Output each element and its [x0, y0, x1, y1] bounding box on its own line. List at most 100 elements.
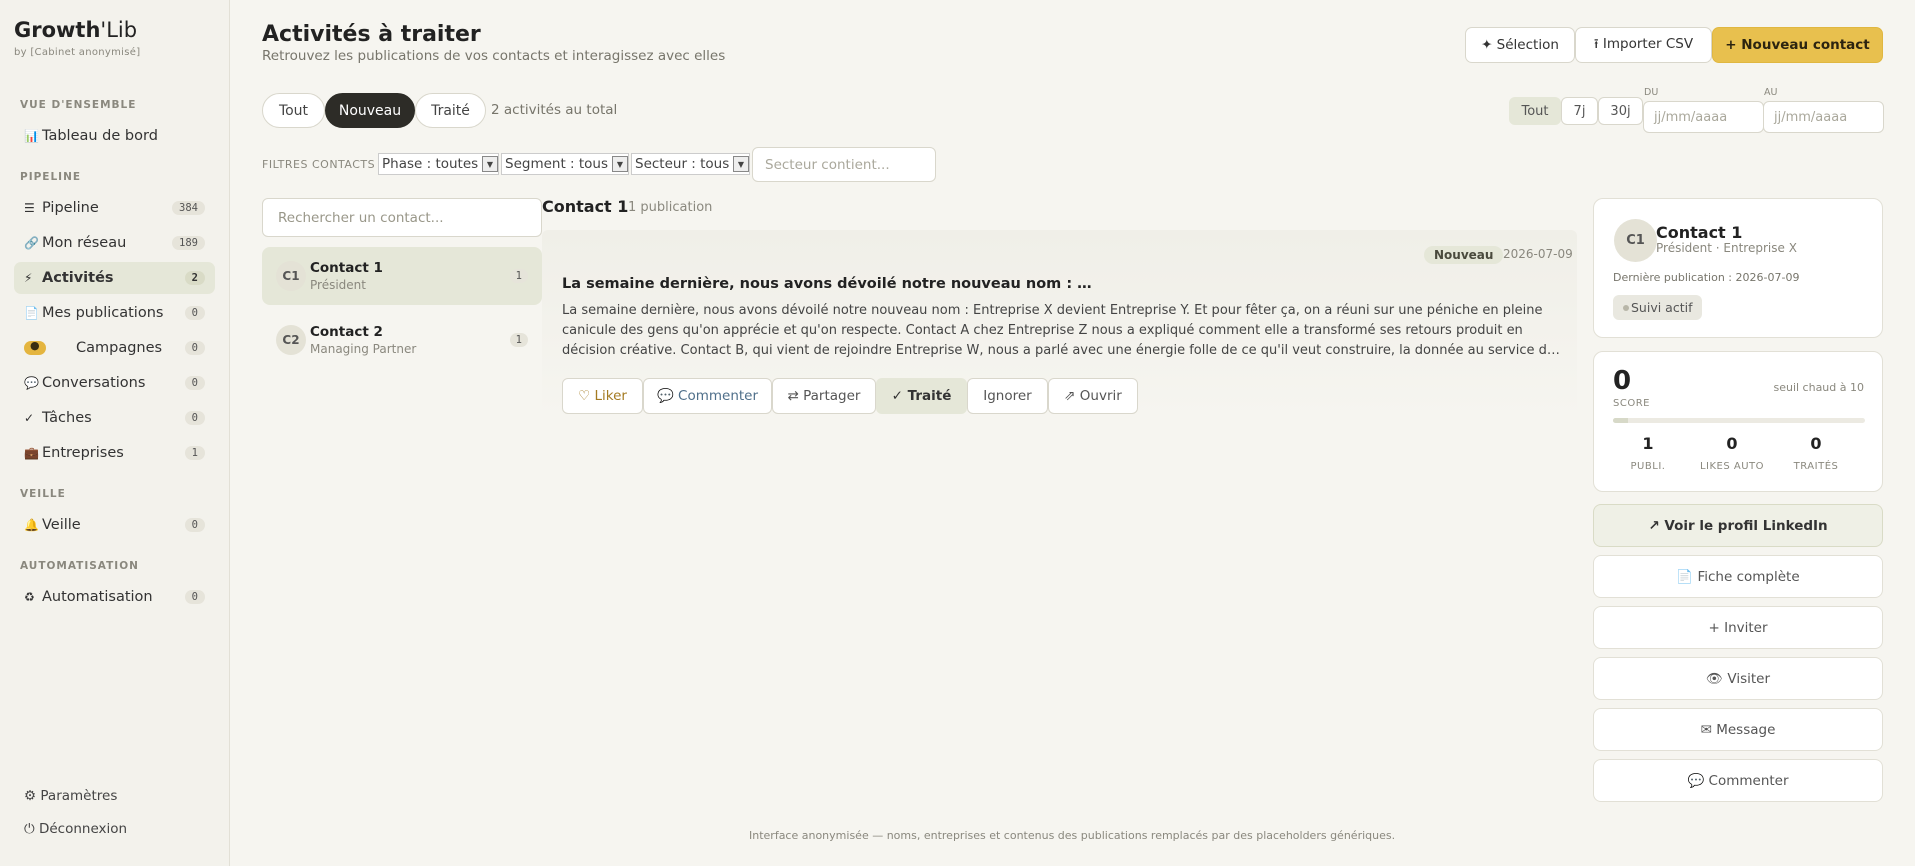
contact-search-input[interactable]: Rechercher un contact... [262, 198, 542, 237]
mark-done-button[interactable]: ✓ Traité [876, 378, 967, 414]
tab-done[interactable]: Traité [415, 93, 486, 128]
sidebar-item-network[interactable]: 🔗 Mon réseau 189 [14, 227, 215, 259]
section-watch: VEILLE [20, 488, 66, 500]
range-7d-button[interactable]: 7j [1561, 97, 1598, 125]
range-all-button[interactable]: Tout [1509, 97, 1561, 125]
check-icon: ✓ [24, 411, 35, 425]
brand-logo[interactable]: Growth'Lib [14, 18, 137, 42]
profile-name: Contact 1 [1656, 223, 1743, 242]
score-bar [1613, 418, 1865, 423]
page-subtitle: Retrouvez les publications de vos contac… [262, 48, 726, 64]
section-overview: VUE D'ENSEMBLE [20, 99, 137, 111]
logout-link[interactable]: ⏻ Déconnexion [24, 821, 127, 837]
date-from-label: DU [1644, 87, 1659, 98]
selection-button[interactable]: ✦ Sélection [1465, 27, 1575, 63]
segment-select[interactable]: Segment : tous ▼ [501, 153, 629, 175]
open-button[interactable]: ⇗ Ouvrir [1048, 378, 1138, 414]
share-button[interactable]: ⇄ Partager [772, 378, 876, 414]
count-badge: 0 [184, 590, 205, 604]
count-badge: 0 [184, 376, 205, 390]
sidebar-item-label: Campagnes [76, 340, 163, 356]
count-badge: 384 [172, 201, 205, 215]
stat-value: 0 [1726, 434, 1738, 453]
sidebar-item-publications[interactable]: 📄 Mes publications 0 [14, 297, 215, 329]
score-value: 0 [1613, 366, 1632, 396]
sidebar-item-dashboard[interactable]: 📊 Tableau de bord [14, 120, 215, 152]
sidebar-item-activities[interactable]: ⚡ Activités 2 [14, 262, 215, 294]
publication-date: 2026-07-09 [1503, 247, 1573, 261]
detail-contact-name: Contact 1 [542, 197, 629, 216]
sidebar-item-label: Automatisation [42, 589, 153, 605]
visit-button[interactable]: 👁 Visiter [1593, 657, 1883, 700]
sidebar: Growth'Lib by [Cabinet anonymisé] VUE D'… [0, 0, 230, 866]
stat-publications: 1 PUBLI. [1606, 434, 1690, 472]
sidebar-item-campaigns[interactable]: Campagnes 0 [14, 332, 215, 364]
sidebar-item-label: Conversations [42, 375, 146, 391]
sidebar-item-conversations[interactable]: 💬 Conversations 0 [14, 367, 215, 399]
chat-icon: 💬 [24, 376, 39, 390]
section-pipeline: PIPELINE [20, 171, 82, 183]
stat-label: PUBLI. [1630, 461, 1666, 472]
contact-name: Contact 2 [310, 324, 383, 340]
view-linkedin-button[interactable]: ↗ Voir le profil LinkedIn [1593, 504, 1883, 547]
message-button[interactable]: ✉ Message [1593, 708, 1883, 751]
follow-status-label: Suivi actif [1631, 300, 1693, 315]
profile-card: C1 Contact 1 Président · Entreprise X De… [1593, 198, 1883, 338]
phase-select-value: Phase : toutes [382, 156, 479, 172]
brand-subtitle: by [Cabinet anonymisé] [14, 47, 141, 58]
new-contact-button[interactable]: + Nouveau contact [1712, 27, 1883, 63]
chevron-down-icon: ▼ [482, 156, 498, 172]
range-30d-button[interactable]: 30j [1598, 97, 1643, 125]
comment-button[interactable]: 💬 Commenter [643, 378, 772, 414]
avatar: C1 [1614, 219, 1657, 262]
tab-all[interactable]: Tout [262, 93, 325, 128]
briefcase-icon: 💼 [24, 446, 39, 460]
import-csv-button[interactable]: ⭱ Importer CSV [1575, 27, 1712, 63]
sector-select[interactable]: Secteur : tous ▼ [631, 153, 750, 175]
profile-role: Président · Entreprise X [1656, 241, 1797, 255]
recycle-icon: ♻ [24, 590, 35, 604]
count-badge: 0 [184, 341, 205, 355]
contact-list-item[interactable]: C2 Contact 2 Managing Partner 1 [262, 311, 542, 369]
contact-count-badge: 1 [509, 333, 528, 347]
profile-comment-button[interactable]: 💬 Commenter [1593, 759, 1883, 802]
score-bar-fill [1613, 418, 1629, 423]
document-icon: 📄 [24, 306, 39, 320]
segment-select-value: Segment : tous [505, 156, 609, 172]
list-icon: ☰ [24, 201, 35, 215]
sector-contains-input[interactable]: Secteur contient... [752, 147, 936, 182]
settings-link[interactable]: ⚙ Paramètres [24, 788, 117, 804]
ignore-button[interactable]: Ignorer [967, 378, 1048, 414]
count-badge: 0 [184, 518, 205, 532]
sidebar-item-label: Activités [42, 270, 114, 286]
tab-new[interactable]: Nouveau [325, 93, 415, 128]
sidebar-item-pipeline[interactable]: ☰ Pipeline 384 [14, 192, 215, 224]
publication-title: La semaine dernière, nous avons dévoilé … [562, 276, 1092, 292]
bell-icon: 🔔 [24, 518, 39, 532]
count-badge: 0 [184, 306, 205, 320]
avatar: C2 [276, 325, 306, 355]
link-icon: 🔗 [24, 236, 39, 250]
count-badge: 1 [184, 446, 205, 460]
date-to-input[interactable]: jj/mm/aaaa [1763, 101, 1884, 133]
full-profile-button[interactable]: 📄 Fiche complète [1593, 555, 1883, 598]
filters-label: FILTRES CONTACTS [262, 158, 376, 171]
count-badge: 2 [184, 271, 205, 285]
sector-select-value: Secteur : tous [635, 156, 730, 172]
phase-select[interactable]: Phase : toutes ▼ [378, 153, 499, 175]
sidebar-item-label: Pipeline [42, 200, 99, 216]
sidebar-item-automation[interactable]: ♻ Automatisation 0 [14, 581, 215, 613]
page-title: Activités à traiter [262, 22, 481, 47]
like-button[interactable]: ♡ Liker [562, 378, 643, 414]
date-from-input[interactable]: jj/mm/aaaa [1643, 101, 1764, 133]
contact-list-item[interactable]: C1 Contact 1 Président 1 [262, 247, 542, 305]
sidebar-item-companies[interactable]: 💼 Entreprises 1 [14, 437, 215, 469]
count-badge: 0 [184, 411, 205, 425]
stat-value: 1 [1642, 434, 1654, 453]
invite-button[interactable]: + Inviter [1593, 606, 1883, 649]
stat-label: LIKES AUTO [1699, 461, 1765, 472]
contact-name: Contact 1 [310, 260, 383, 276]
sidebar-item-tasks[interactable]: ✓ Tâches 0 [14, 402, 215, 434]
sidebar-item-label: Tâches [42, 410, 92, 426]
sidebar-item-watch[interactable]: 🔔 Veille 0 [14, 509, 215, 541]
